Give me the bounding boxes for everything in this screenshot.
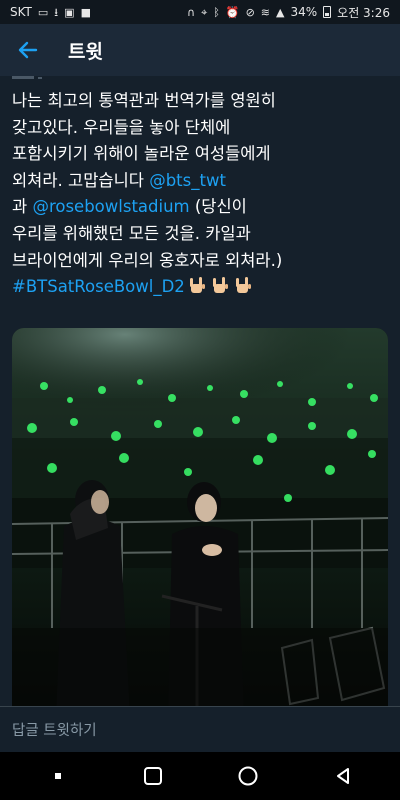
download-icon: ⭳	[54, 5, 59, 19]
back-nav-button[interactable]	[323, 756, 363, 796]
recent-apps-icon	[143, 767, 162, 785]
status-right: ∩ ⌖ ᛒ ⏰ ⊘ ≋ ▲ 34% 오전 3:26	[187, 4, 390, 21]
message-icon: ▭	[37, 5, 49, 19]
location-icon: ⌖	[201, 5, 208, 19]
dot-icon	[54, 773, 61, 779]
concert-photo	[12, 328, 388, 706]
image-icon: ▣	[64, 5, 75, 19]
tweet-detail: 나는 최고의 통역관과 번역가를 영원히 갖고있다. 우리들을 놓아 단체에 포…	[0, 76, 400, 706]
home-button[interactable]	[228, 756, 268, 796]
system-nav-bar	[0, 752, 400, 800]
wifi-icon: ≋	[260, 5, 271, 19]
tweet-line-2: 갖고있다. 우리들을 놓아 단체에	[12, 117, 231, 137]
reply-placeholder[interactable]: 답글 트윗하기	[12, 719, 97, 740]
recent-apps-button[interactable]	[133, 756, 173, 796]
tweet-line-7: 브라이언에게 우리의 옹호자로 외쳐라.)	[12, 250, 283, 270]
tweet-line-3: 포함시키기 위해이 놀라운 여성들에게	[12, 144, 271, 164]
bluetooth-icon: ᛒ	[213, 5, 220, 19]
mute-icon: ⊘	[245, 5, 255, 19]
previous-item-edge	[12, 76, 42, 79]
signal-icon: ▲	[276, 5, 285, 19]
nav-dot-button[interactable]	[38, 756, 78, 796]
tweet-text: 나는 최고의 통역관과 번역가를 영원히 갖고있다. 우리들을 놓아 단체에 포…	[12, 88, 390, 301]
status-bar: SKT ▭ ⭳ ▣ ■ ∩ ⌖ ᛒ ⏰ ⊘ ≋ ▲ 34% 오전 3:26	[0, 0, 400, 24]
tweet-line-6: 우리를 위해했던 모든 것을. 카일과	[12, 223, 251, 243]
tweet-line-1: 나는 최고의 통역관과 번역가를 영원히	[12, 91, 276, 110]
tweet-line-5-end: (당신이	[189, 197, 247, 217]
clock: 오전 3:26	[337, 5, 390, 20]
headphones-icon: ∩	[187, 5, 196, 19]
home-circle-icon	[238, 766, 257, 786]
back-button[interactable]	[14, 36, 42, 64]
mention-bts-twt[interactable]: @bts_twt	[149, 171, 226, 190]
notification-icon: ■	[80, 5, 91, 19]
rock-hand-icon	[189, 277, 205, 294]
app-header: 트윗	[0, 24, 400, 76]
battery-icon	[323, 6, 332, 18]
back-triangle-icon	[336, 768, 349, 784]
back-arrow-icon	[18, 41, 38, 59]
emoji-group	[187, 275, 253, 295]
rock-hand-icon	[212, 277, 228, 294]
reply-composer[interactable]: 답글 트윗하기	[0, 706, 400, 752]
hashtag-link[interactable]: #BTSatRoseBowl_D2	[12, 277, 185, 296]
carrier-label: SKT	[10, 5, 32, 19]
page-title: 트윗	[68, 40, 103, 63]
battery-percent: 34%	[290, 5, 318, 19]
tweet-media[interactable]	[12, 328, 388, 706]
mention-rosebowlstadium[interactable]: @rosebowlstadium	[32, 197, 189, 216]
rock-hand-icon	[235, 277, 251, 294]
alarm-icon: ⏰	[225, 5, 240, 19]
status-left: SKT ▭ ⭳ ▣ ■	[10, 5, 91, 19]
tweet-line-5: 과	[12, 197, 33, 217]
tweet-line-4: 외쳐라. 고맙습니다	[12, 170, 150, 190]
